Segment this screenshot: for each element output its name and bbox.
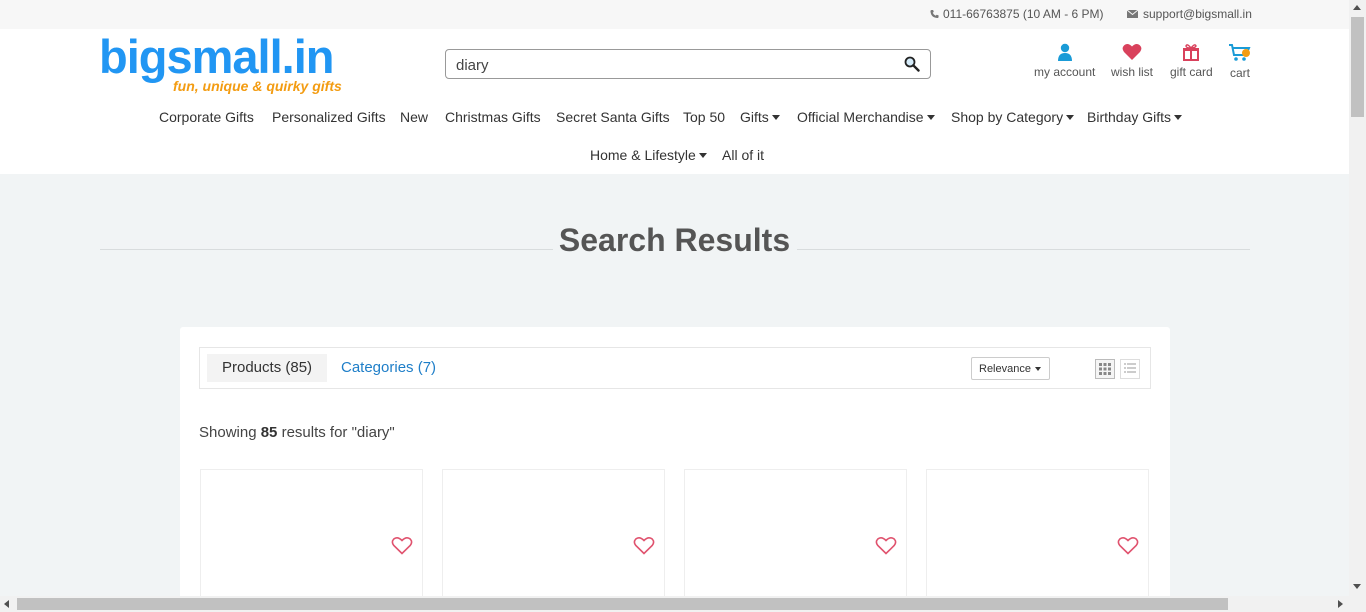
sort-selected-value: Relevance	[979, 362, 1031, 375]
cart-label: cart	[1229, 66, 1250, 80]
phone-number: 011-66763875 (10 AM - 6 PM)	[943, 7, 1104, 21]
scroll-left-arrow-icon[interactable]	[4, 600, 9, 608]
vertical-scroll-thumb[interactable]	[1351, 17, 1364, 117]
results-toolbar: Products (85) Categories (7) Relevance	[199, 347, 1151, 389]
caret-down-icon	[698, 152, 707, 158]
nav-item-corporate-gifts[interactable]: Corporate Gifts	[159, 109, 254, 125]
nav-item-new[interactable]: New	[400, 109, 428, 125]
nav-item-secret-santa-gifts[interactable]: Secret Santa Gifts	[556, 109, 670, 125]
email-address: support@bigsmall.in	[1143, 7, 1252, 21]
nav-item-birthday-gifts[interactable]: Birthday Gifts	[1087, 109, 1183, 125]
divider-right	[797, 249, 1250, 250]
heart-outline-icon[interactable]	[633, 536, 655, 555]
horizontal-scroll-thumb[interactable]	[17, 598, 1228, 610]
gift-icon	[1183, 44, 1200, 61]
brand-logo[interactable]: bigsmall.in fun, unique & quirky gifts	[99, 30, 342, 95]
top-contact-bar: 011-66763875 (10 AM - 6 PM) support@bigs…	[0, 0, 1349, 29]
product-card[interactable]	[442, 469, 665, 612]
wish-list-link[interactable]: wish list	[1111, 43, 1153, 79]
showing-prefix: Showing	[199, 424, 257, 441]
list-view-icon	[1124, 363, 1136, 373]
nav-label: All of it	[722, 147, 765, 163]
nav-item-shop-by-category[interactable]: Shop by Category	[951, 109, 1075, 125]
nav-item-official-merchandise[interactable]: Official Merchandise	[797, 109, 935, 125]
caret-down-icon	[1034, 366, 1041, 371]
caret-down-icon	[1066, 114, 1075, 120]
product-card[interactable]	[200, 469, 423, 612]
scroll-right-arrow-icon[interactable]	[1338, 600, 1343, 608]
heart-outline-icon[interactable]	[391, 536, 413, 555]
nav-label: Top 50	[683, 109, 726, 125]
search-box	[445, 49, 931, 79]
nav-label: Official Merchandise	[797, 109, 924, 125]
vertical-scrollbar[interactable]	[1349, 0, 1366, 596]
user-icon	[1057, 43, 1072, 61]
showing-count: 85	[260, 424, 278, 441]
showing-suffix: results for "diary"	[281, 424, 395, 441]
grid-view-icon	[1099, 363, 1111, 375]
product-card[interactable]	[926, 469, 1149, 612]
logo-wordmark: bigsmall.in	[99, 30, 335, 83]
nav-item-home-lifestyle[interactable]: Home & Lifestyle	[590, 147, 707, 163]
nav-label: Secret Santa Gifts	[556, 109, 670, 125]
nav-item-top-50[interactable]: Top 50	[683, 109, 725, 125]
caret-down-icon	[1174, 114, 1183, 120]
nav-item-gifts[interactable]: Gifts	[740, 109, 780, 125]
scroll-up-arrow-icon[interactable]	[1353, 5, 1361, 10]
nav-label: Corporate Gifts	[159, 109, 254, 125]
product-card[interactable]	[684, 469, 907, 612]
results-panel: Products (85) Categories (7) Relevance S…	[180, 327, 1170, 612]
sort-dropdown[interactable]: Relevance	[971, 357, 1050, 380]
nav-label: New	[400, 109, 429, 125]
cart-icon	[1229, 44, 1251, 61]
my-account-link[interactable]: my account	[1034, 43, 1095, 79]
cart-link[interactable]: cart	[1228, 43, 1252, 80]
nav-label: Christmas Gifts	[445, 109, 541, 125]
gift-card-label: gift card	[1170, 65, 1213, 79]
list-view-button[interactable]	[1120, 359, 1140, 379]
scroll-down-arrow-icon[interactable]	[1353, 584, 1361, 589]
nav-item-personalized-gifts[interactable]: Personalized Gifts	[272, 109, 386, 125]
my-account-label: my account	[1034, 65, 1096, 79]
caret-down-icon	[771, 114, 780, 120]
phone-icon	[930, 9, 939, 19]
site-header: bigsmall.in fun, unique & quirky gifts m…	[0, 29, 1349, 174]
grid-view-button[interactable]	[1095, 359, 1115, 379]
nav-label: Shop by Category	[951, 109, 1064, 125]
gift-card-link[interactable]: gift card	[1170, 43, 1213, 79]
caret-down-icon	[926, 114, 935, 120]
nav-label: Gifts	[740, 109, 769, 125]
nav-label: Birthday Gifts	[1087, 109, 1172, 125]
wish-list-label: wish list	[1111, 65, 1154, 79]
heart-icon	[1122, 44, 1142, 60]
search-icon[interactable]	[904, 56, 920, 72]
logo-tagline: fun, unique & quirky gifts	[173, 78, 342, 94]
results-count-text: Showing 85 results for "diary"	[199, 424, 395, 441]
page-title: Search Results	[558, 222, 791, 258]
envelope-icon	[1127, 10, 1138, 18]
horizontal-scrollbar[interactable]	[0, 596, 1366, 612]
tab-categories[interactable]: Categories (7)	[341, 354, 436, 382]
heart-outline-icon[interactable]	[875, 536, 897, 555]
nav-item-all-of-it[interactable]: All of it	[722, 147, 764, 163]
phone-contact[interactable]: 011-66763875 (10 AM - 6 PM)	[930, 7, 1104, 21]
nav-label: Home & Lifestyle	[590, 147, 696, 163]
search-input[interactable]	[456, 55, 896, 75]
tab-products[interactable]: Products (85)	[207, 354, 328, 382]
nav-label: Personalized Gifts	[272, 109, 386, 125]
nav-item-christmas-gifts[interactable]: Christmas Gifts	[445, 109, 541, 125]
email-contact[interactable]: support@bigsmall.in	[1127, 7, 1252, 21]
heart-outline-icon[interactable]	[1117, 536, 1139, 555]
